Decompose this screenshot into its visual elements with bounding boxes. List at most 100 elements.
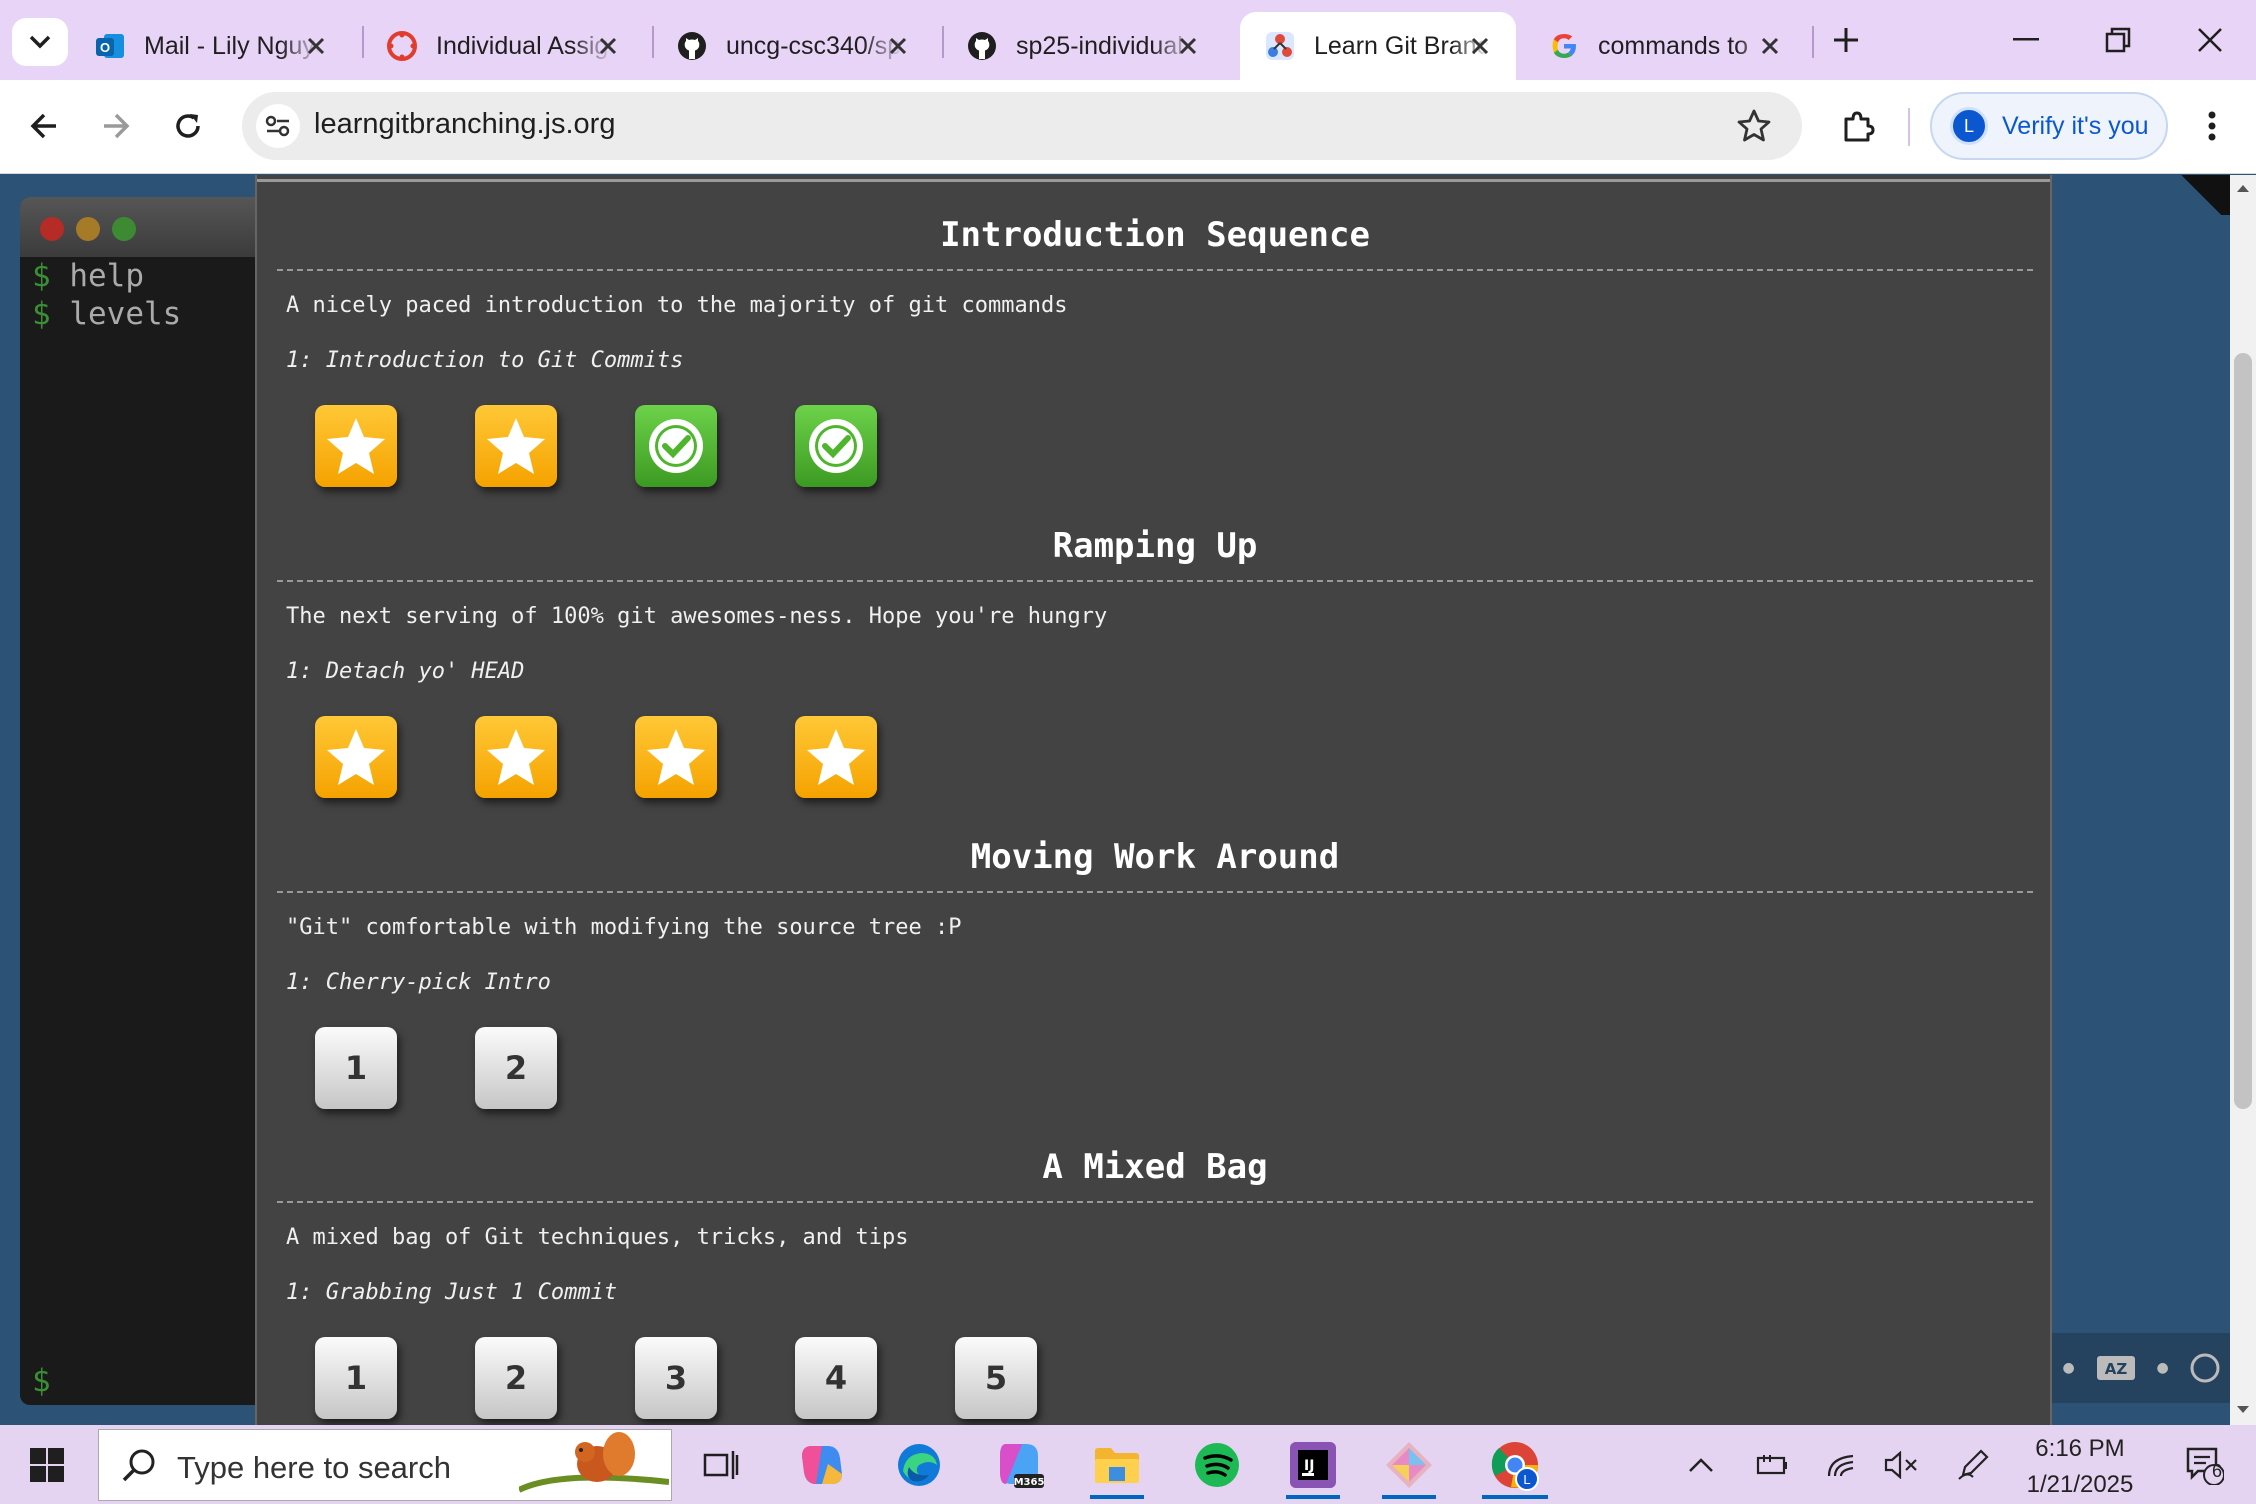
url-text: learngitbranching.js.org xyxy=(314,108,616,140)
clock-time: 6:16 PM xyxy=(2035,1435,2125,1462)
toolbar-divider xyxy=(1908,108,1910,146)
microsoft-365-icon: M365 xyxy=(1000,1444,1044,1488)
site-info-button[interactable] xyxy=(256,104,300,148)
battery-charging-icon xyxy=(1756,1455,1787,1475)
file-explorer-app[interactable] xyxy=(1082,1431,1152,1499)
close-icon[interactable] xyxy=(1466,32,1494,60)
tab-learn-git-branching[interactable]: Learn Git Branching xyxy=(1240,12,1516,80)
forward-button[interactable] xyxy=(92,102,140,150)
scrollbar-thumb[interactable] xyxy=(2234,353,2252,1109)
tab-github-sp25[interactable]: sp25-individual xyxy=(942,12,1224,80)
tab-title: Individual Assignment xyxy=(436,31,612,60)
translate-icon[interactable]: AZ xyxy=(2096,1355,2136,1381)
arrow-right-icon xyxy=(104,113,130,139)
close-icon[interactable] xyxy=(594,32,622,60)
minimize-light[interactable] xyxy=(76,217,100,241)
sequence-mixed-bag: A Mixed Bag A mixed bag of Git technique… xyxy=(277,1145,2033,1425)
window-close-button[interactable] xyxy=(2180,16,2240,64)
notification-count: 6 xyxy=(2212,1461,2223,1481)
folder-icon xyxy=(1095,1448,1139,1483)
sequence-description: "Git" comfortable with modifying the sou… xyxy=(286,915,962,940)
back-button[interactable] xyxy=(20,102,68,150)
close-icon[interactable] xyxy=(1174,32,1202,60)
restore-button[interactable] xyxy=(2088,16,2148,64)
sequence-description: A nicely paced introduction to the major… xyxy=(286,293,1068,318)
browser-menu-button[interactable] xyxy=(2188,102,2236,150)
level-complete-button[interactable] xyxy=(635,405,717,487)
close-light[interactable] xyxy=(40,217,64,241)
address-bar[interactable]: learngitbranching.js.org xyxy=(242,92,1802,160)
spotify-app[interactable] xyxy=(1182,1431,1252,1499)
level-number-button[interactable]: 5 xyxy=(955,1337,1037,1419)
show-hidden-icons-button[interactable] xyxy=(1676,1431,1726,1499)
copilot-app[interactable] xyxy=(786,1431,856,1499)
notification-center-button[interactable]: 6 xyxy=(2174,1431,2234,1499)
level-number-button[interactable]: 1 xyxy=(315,1027,397,1109)
chevron-up-icon xyxy=(1689,1458,1713,1472)
extensions-button[interactable] xyxy=(1834,102,1882,150)
checkmark-icon xyxy=(649,419,703,473)
terminal-window: $ help $ levels $ xyxy=(20,197,260,1405)
tab-search-button[interactable] xyxy=(12,18,68,66)
close-icon[interactable] xyxy=(302,32,330,60)
level-star-button[interactable] xyxy=(315,716,397,798)
start-button[interactable] xyxy=(12,1431,82,1499)
chrome-app[interactable]: L xyxy=(1474,1431,1556,1499)
divider xyxy=(277,580,2033,582)
app-taskbar-item[interactable] xyxy=(1374,1431,1444,1499)
star-icon xyxy=(327,729,385,785)
zoom-light[interactable] xyxy=(112,217,136,241)
verify-identity-button[interactable]: L Verify it's you xyxy=(1930,92,2168,160)
corner-ribbon[interactable] xyxy=(2172,175,2230,215)
level-number-button[interactable]: 2 xyxy=(475,1337,557,1419)
taskbar-search-box[interactable]: Type here to search xyxy=(98,1429,672,1501)
level-number-button[interactable]: 4 xyxy=(795,1337,877,1419)
chevron-down-icon xyxy=(29,35,51,49)
level-number-button[interactable]: 1 xyxy=(315,1337,397,1419)
minimize-button[interactable] xyxy=(1996,16,2056,64)
close-icon[interactable] xyxy=(884,32,912,60)
m365-app[interactable]: M365 xyxy=(984,1431,1054,1499)
github-icon[interactable] xyxy=(2190,1353,2220,1383)
task-view-button[interactable] xyxy=(686,1431,756,1499)
sequence-description: A mixed bag of Git techniques, tricks, a… xyxy=(286,1225,909,1250)
close-icon[interactable] xyxy=(1756,32,1784,60)
reload-button[interactable] xyxy=(164,102,212,150)
selected-level-name: 1: Introduction to Git Commits xyxy=(286,348,684,373)
tab-mail[interactable]: O Mail - Lily Nguyen xyxy=(70,12,352,80)
level-star-button[interactable] xyxy=(315,405,397,487)
taskbar-clock[interactable]: 6:16 PM 1/21/2025 xyxy=(2010,1431,2150,1503)
level-list xyxy=(277,405,2033,515)
scroll-up-icon[interactable] xyxy=(2236,183,2250,193)
volume-control[interactable] xyxy=(1876,1431,1926,1499)
battery-status[interactable] xyxy=(1748,1431,1798,1499)
tab-individual-assignment[interactable]: Individual Assignment xyxy=(362,12,644,80)
edge-app[interactable] xyxy=(884,1431,954,1499)
level-star-button[interactable] xyxy=(795,716,877,798)
level-number-button[interactable]: 3 xyxy=(635,1337,717,1419)
divider xyxy=(277,891,2033,893)
level-star-button[interactable] xyxy=(475,716,557,798)
level-star-button[interactable] xyxy=(475,405,557,487)
tab-github-uncg[interactable]: uncg-csc340/sp25 xyxy=(652,12,934,80)
level-list: 1 2 3 4 5 xyxy=(277,1337,2033,1425)
network-status[interactable] xyxy=(1816,1431,1866,1499)
new-tab-button[interactable] xyxy=(1816,16,1876,64)
level-star-button[interactable] xyxy=(635,716,717,798)
avatar: L xyxy=(1950,107,1988,145)
page-scrollbar[interactable] xyxy=(2230,175,2256,1425)
pen-menu-button[interactable] xyxy=(1948,1431,1998,1499)
squirrel-illustration-icon xyxy=(519,1432,669,1493)
dot-icon: ● xyxy=(2156,1360,2169,1376)
tab-google-search[interactable]: commands to xyxy=(1524,12,1806,80)
level-complete-button[interactable] xyxy=(795,405,877,487)
intellij-app[interactable]: IJ xyxy=(1278,1431,1348,1499)
github-icon xyxy=(678,32,706,60)
level-number-button[interactable]: 2 xyxy=(475,1027,557,1109)
bookmark-star-icon[interactable] xyxy=(1736,108,1772,144)
svg-text:L: L xyxy=(1523,1472,1530,1487)
svg-text:AZ: AZ xyxy=(2104,1360,2127,1378)
level-select-dialog: Introduction Sequence A nicely paced int… xyxy=(255,175,2052,1425)
scroll-down-icon[interactable] xyxy=(2236,1405,2250,1415)
terminal-prompt[interactable]: $ xyxy=(32,1363,51,1399)
